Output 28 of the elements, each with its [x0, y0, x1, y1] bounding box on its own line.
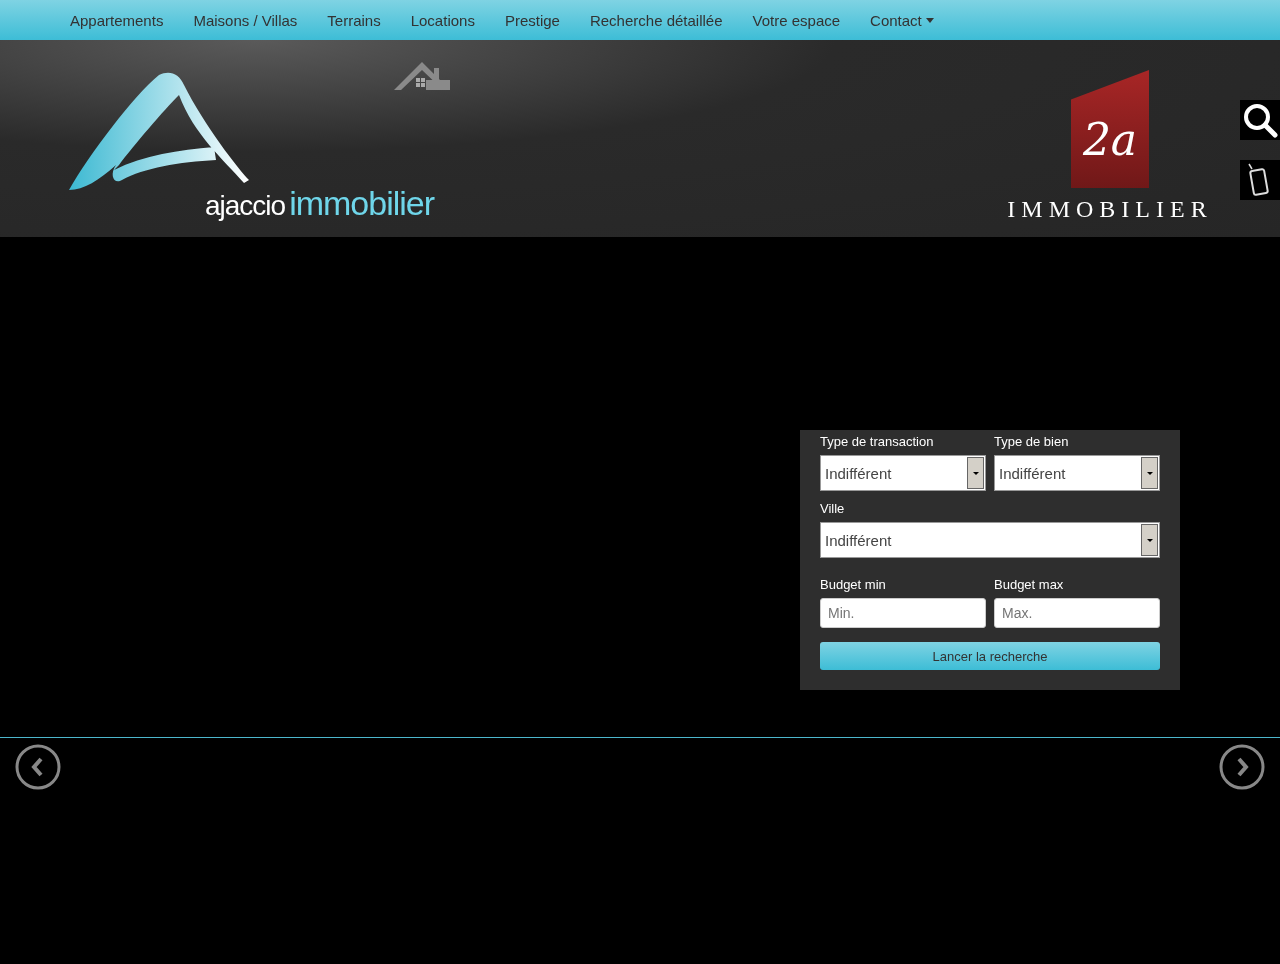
nav-link[interactable]: Maisons / Villas	[178, 11, 313, 29]
partner-logo-badge: 2a	[1071, 70, 1149, 188]
nav-link[interactable]: Recherche détaillée	[574, 11, 738, 29]
nav-link[interactable]: Appartements	[55, 11, 179, 29]
field-label: Ville	[820, 500, 846, 518]
budget-max-field[interactable]: Max.	[994, 598, 1160, 628]
field-label: Budget max	[994, 576, 1065, 594]
field-label: Type de transaction	[820, 433, 935, 451]
nav-link[interactable]: Contact	[855, 11, 949, 29]
transaction-select[interactable]: Indifférent	[820, 455, 986, 491]
search-submit-button[interactable]: Lancer la recherche	[820, 642, 1160, 670]
logo-text: ajaccio immobilier	[205, 184, 435, 223]
search-button[interactable]	[1240, 100, 1280, 140]
nav-link[interactable]: Terrains	[312, 11, 396, 29]
field-label: Budget min	[820, 576, 887, 594]
field-label: Type de bien	[994, 433, 1070, 451]
house-icon	[394, 60, 450, 90]
city-select[interactable]: Indifférent	[820, 522, 1160, 558]
previous-button[interactable]	[15, 744, 61, 790]
nav-link[interactable]: Locations	[395, 11, 490, 29]
next-button[interactable]	[1219, 744, 1265, 790]
phone-button[interactable]	[1240, 160, 1280, 200]
nav-link[interactable]: Prestige	[489, 11, 575, 29]
partner-logo-text: IMMOBILIER	[1007, 196, 1213, 223]
caret-icon	[925, 17, 934, 23]
nav-link[interactable]: Votre espace	[737, 11, 856, 29]
property-type-select[interactable]: Indifférent	[994, 455, 1160, 491]
budget-min-field[interactable]: Min.	[820, 598, 986, 628]
